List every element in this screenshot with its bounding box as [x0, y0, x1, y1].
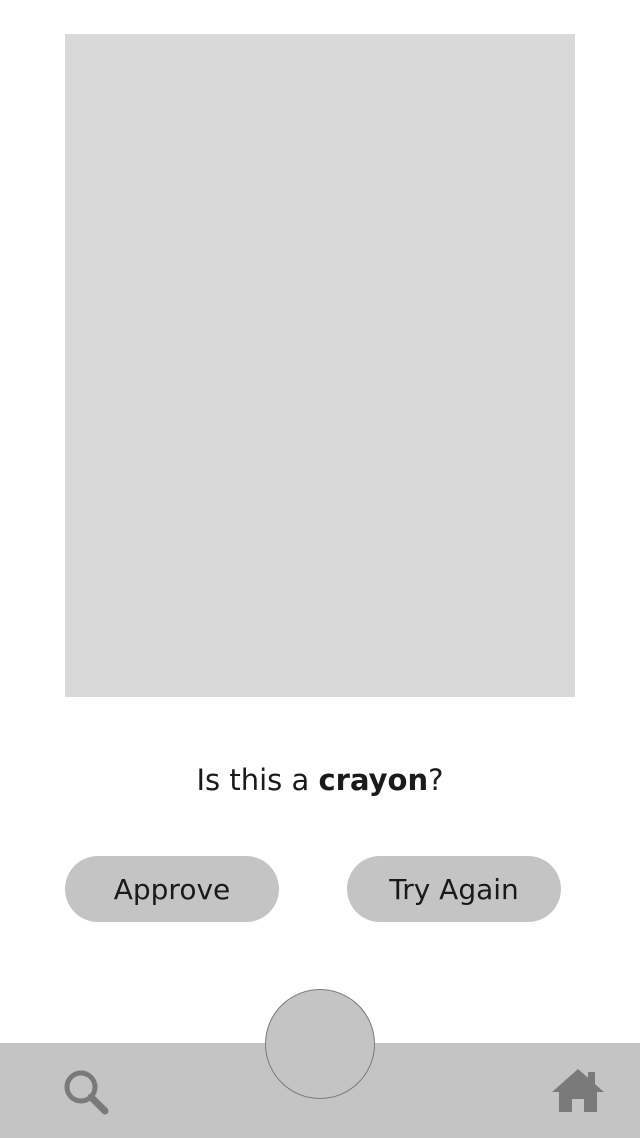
- home-button[interactable]: [550, 1066, 606, 1116]
- home-icon: [552, 1069, 604, 1112]
- try-again-button-label: Try Again: [389, 872, 519, 906]
- search-button[interactable]: [60, 1066, 112, 1118]
- search-icon: [64, 1070, 109, 1115]
- capture-button[interactable]: [265, 989, 375, 1099]
- approve-button[interactable]: Approve: [65, 856, 279, 922]
- approve-button-label: Approve: [113, 872, 231, 906]
- try-again-button[interactable]: Try Again: [347, 856, 561, 922]
- confirmation-question: Is this a crayon?: [0, 760, 640, 800]
- photo-preview: [65, 34, 575, 697]
- question-prefix: Is this a: [196, 763, 319, 797]
- question-suffix: ?: [428, 763, 444, 797]
- detected-object-name: crayon: [318, 763, 429, 797]
